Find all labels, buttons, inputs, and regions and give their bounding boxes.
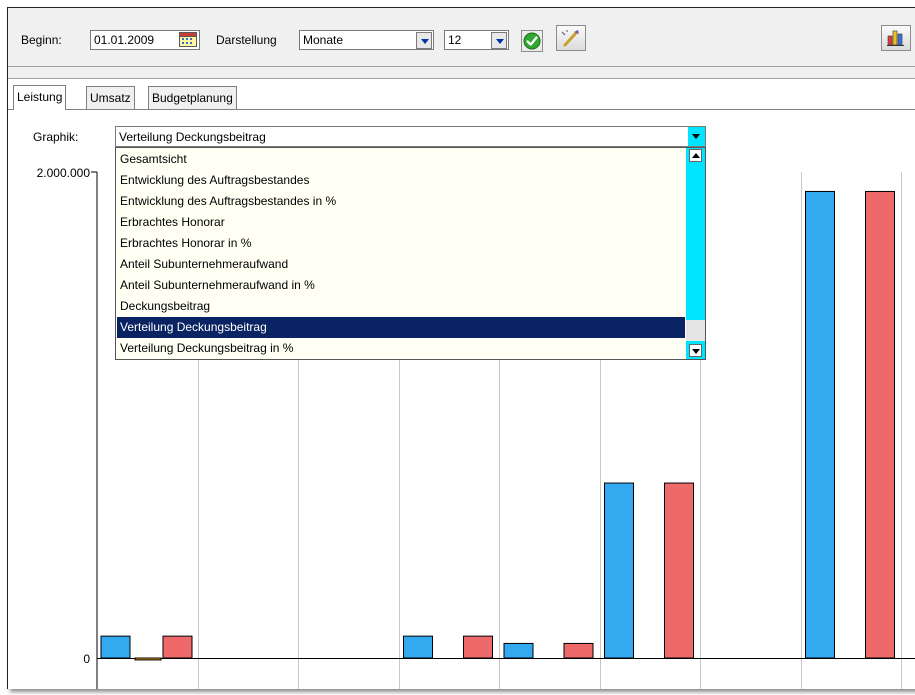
dropdown-option[interactable]: Entwicklung des Auftragsbestandes in % [117, 191, 685, 212]
dropdown-scrollbar[interactable] [686, 148, 705, 359]
chart-bar [134, 657, 162, 661]
chart-bar [463, 635, 493, 659]
chart-bar [403, 635, 433, 659]
dropdown-option[interactable]: Gesamtsicht [117, 149, 685, 170]
scroll-up-icon[interactable] [689, 149, 702, 162]
dropdown-option[interactable]: Verteilung Deckungsbeitrag in % [117, 338, 685, 359]
dropdown-option[interactable]: Deckungsbeitrag [117, 296, 685, 317]
chart-bar [664, 482, 694, 659]
y-tick-label: 2.000.000 [37, 166, 91, 180]
chart-bar [100, 635, 131, 659]
window-frame: Beginn: 01.01.2009 Darstellung Monate 12 [7, 7, 915, 689]
graphik-dropdown-list[interactable]: Gesamtsicht Entwicklung des Auftragsbesta… [115, 147, 706, 360]
tab-leistung[interactable]: Leistung [13, 85, 67, 110]
dropdown-option[interactable]: Erbrachtes Honorar [117, 212, 685, 233]
dropdown-option[interactable]: Entwicklung des Auftragsbestandes [117, 170, 685, 191]
dropdown-option[interactable]: Verteilung Deckungsbeitrag [117, 317, 685, 338]
chart-bar [604, 482, 634, 659]
dropdown-option[interactable]: Anteil Subunternehmeraufwand [117, 254, 685, 275]
chevron-down-icon[interactable] [688, 127, 705, 146]
chart-bar [563, 642, 594, 659]
chart-bar [162, 635, 193, 659]
scroll-thumb[interactable] [686, 320, 705, 341]
y-tick-label: 0 [83, 652, 90, 666]
graphik-selected-value: Verteilung Deckungsbeitrag [119, 130, 266, 144]
dropdown-option[interactable]: Anteil Subunternehmeraufwand in % [117, 275, 685, 296]
chart-bar [865, 190, 895, 659]
dropdown-option[interactable]: Erbrachtes Honorar in % [117, 233, 685, 254]
graphik-select[interactable]: Verteilung Deckungsbeitrag [115, 126, 706, 147]
chart-bar [805, 190, 835, 659]
chart-bar [503, 642, 534, 659]
graphik-label: Graphik: [33, 130, 79, 144]
scroll-down-icon[interactable] [689, 344, 702, 357]
